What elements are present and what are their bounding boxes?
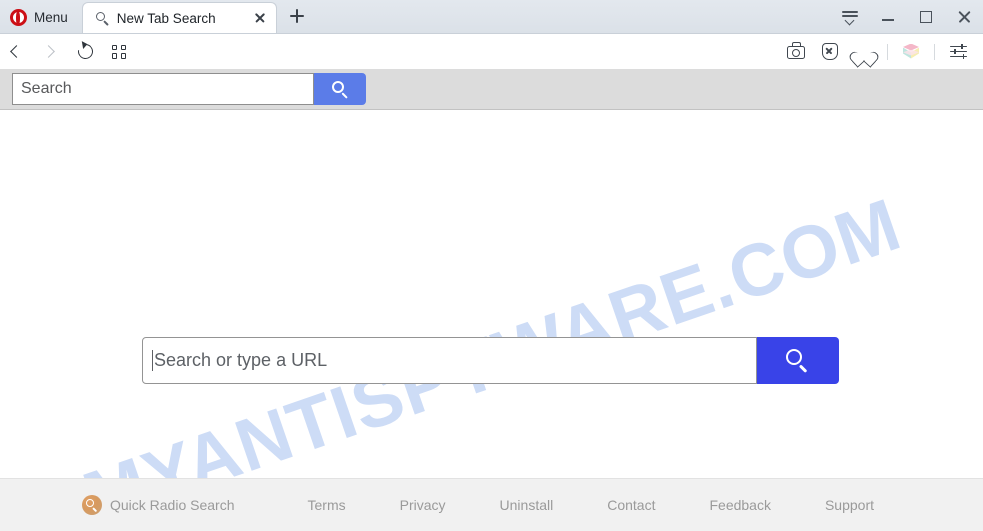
- page-footer: Quick Radio Search Terms Privacy Uninsta…: [0, 478, 983, 531]
- sliders-icon[interactable]: [941, 37, 975, 67]
- toolbar-divider: [887, 43, 888, 60]
- toolbar-divider: [934, 43, 935, 60]
- search-input[interactable]: Search: [12, 73, 314, 105]
- heart-icon[interactable]: [847, 37, 881, 67]
- text-caret: [152, 350, 153, 371]
- shield-icon[interactable]: [813, 37, 847, 67]
- magnifier-circle-icon: [81, 495, 102, 515]
- browser-window: Menu New Tab Search Search MYANTISPYWARE…: [0, 0, 983, 531]
- footer-link-support[interactable]: Support: [825, 497, 874, 513]
- tab-bar: Menu New Tab Search: [0, 0, 983, 34]
- close-icon[interactable]: [945, 0, 983, 33]
- footer-link-terms[interactable]: Terms: [308, 497, 346, 513]
- camera-icon[interactable]: [779, 37, 813, 67]
- page-content: MYANTISPYWARE.COM Search or type a URL Q…: [0, 111, 983, 531]
- opera-logo-icon: [10, 8, 27, 26]
- tab-close-icon[interactable]: [250, 8, 270, 28]
- main-search-input[interactable]: Search or type a URL: [142, 337, 757, 384]
- footer-link-contact[interactable]: Contact: [607, 497, 655, 513]
- forward-icon: [34, 37, 68, 67]
- main-search-box: Search or type a URL: [142, 337, 839, 384]
- opera-menu-label: Menu: [34, 9, 68, 25]
- main-search-placeholder: Search or type a URL: [154, 350, 328, 370]
- footer-link-uninstall[interactable]: Uninstall: [500, 497, 554, 513]
- speed-dial-grid-icon[interactable]: [102, 37, 136, 67]
- navigation-toolbar: [0, 34, 983, 69]
- magnifier-icon: [95, 11, 110, 26]
- window-controls: [831, 0, 983, 33]
- footer-link-feedback[interactable]: Feedback: [709, 497, 770, 513]
- tab-menu-icon[interactable]: [831, 0, 869, 33]
- browser-tab-active[interactable]: New Tab Search: [81, 2, 277, 33]
- brand[interactable]: Quick Radio Search: [81, 495, 235, 515]
- search-icon: [331, 80, 349, 99]
- minimize-icon[interactable]: [869, 0, 907, 33]
- back-icon[interactable]: [0, 37, 34, 67]
- tab-title: New Tab Search: [116, 10, 216, 26]
- maximize-icon[interactable]: [907, 0, 945, 33]
- opera-menu-button[interactable]: Menu: [6, 4, 76, 30]
- brand-name: Quick Radio Search: [109, 497, 235, 513]
- footer-link-privacy[interactable]: Privacy: [400, 497, 446, 513]
- reload-icon[interactable]: [68, 37, 102, 67]
- navigation-toolbar-right: [779, 37, 983, 67]
- search-icon: [786, 348, 810, 373]
- search-submit-button[interactable]: [314, 73, 366, 105]
- main-search-button[interactable]: [757, 337, 839, 384]
- cube-icon[interactable]: [894, 37, 928, 67]
- injected-search-bar: Search: [0, 69, 983, 110]
- search-input-placeholder: Search: [21, 80, 72, 97]
- new-tab-icon[interactable]: [283, 2, 311, 30]
